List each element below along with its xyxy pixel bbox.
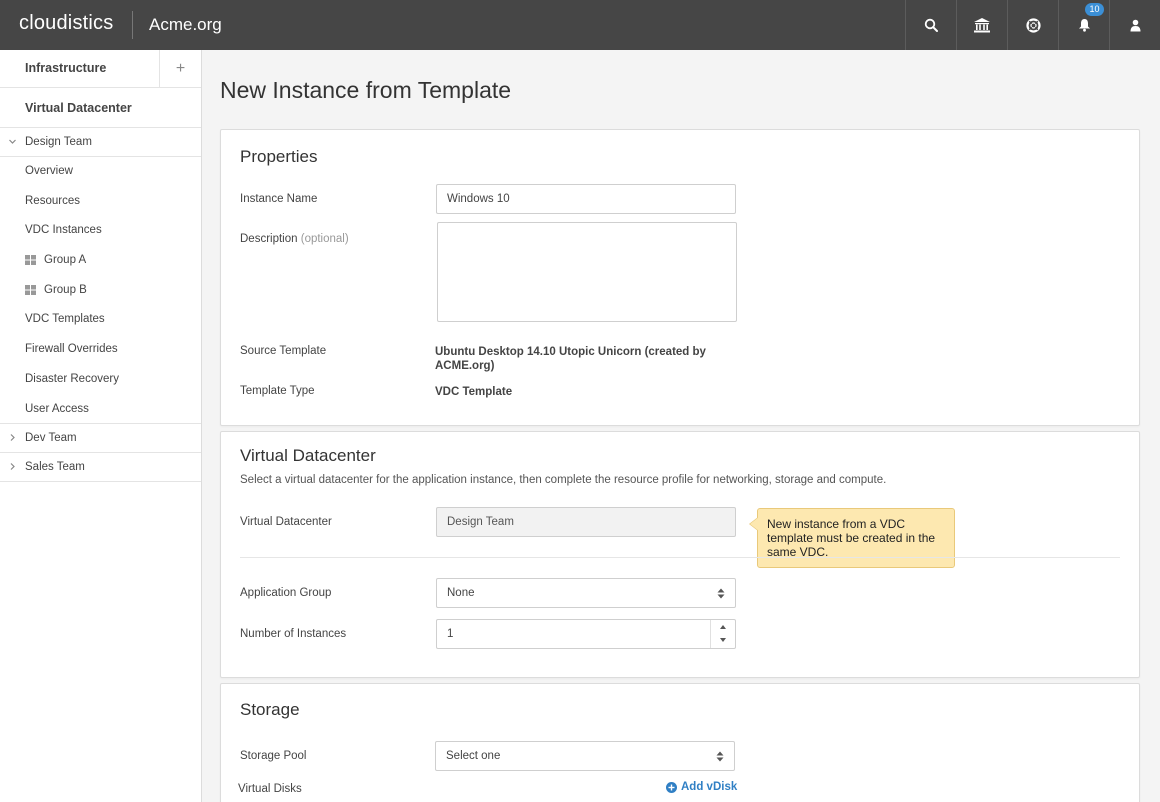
sidebar-item-user-access[interactable]: User Access bbox=[0, 395, 201, 425]
virtual-disks-label: Virtual Disks bbox=[238, 783, 302, 795]
optional-hint: (optional) bbox=[300, 233, 349, 245]
source-template-label: Source Template bbox=[240, 345, 327, 357]
storage-panel: Storage Storage Pool Select one Virtual … bbox=[220, 683, 1140, 802]
properties-panel: Properties Instance Name Windows 10 Desc… bbox=[220, 129, 1140, 426]
sidebar-item-label: Resources bbox=[25, 194, 80, 207]
num-instances-value: 1 bbox=[447, 628, 454, 640]
chevron-down-icon[interactable] bbox=[719, 637, 727, 643]
chevron-down-icon bbox=[9, 139, 16, 144]
sidebar-team-label: Dev Team bbox=[25, 432, 77, 445]
storage-heading: Storage bbox=[240, 700, 300, 719]
search-icon bbox=[924, 18, 938, 32]
description-label: Description (optional) bbox=[240, 233, 349, 245]
sidebar: Infrastructure + Virtual Datacenter Desi… bbox=[0, 50, 202, 802]
sidebar-item-label: Group A bbox=[44, 254, 87, 267]
app-group-label: Application Group bbox=[240, 587, 332, 599]
grid-icon bbox=[25, 284, 36, 295]
select-arrows-icon bbox=[717, 588, 725, 599]
sidebar-team-sales[interactable]: Sales Team bbox=[0, 453, 201, 483]
vdc-label: Virtual Datacenter bbox=[240, 516, 332, 528]
sidebar-item-label: Overview bbox=[25, 165, 73, 177]
sidebar-item-label: Firewall Overrides bbox=[25, 343, 118, 356]
num-instances-label: Number of Instances bbox=[240, 628, 347, 640]
chevron-right-icon bbox=[10, 434, 15, 442]
vdc-panel: Virtual Datacenter Select a virtual data… bbox=[220, 431, 1140, 678]
brand-logo[interactable]: cloudistics bbox=[19, 12, 113, 35]
notifications-button[interactable]: 10 bbox=[1058, 0, 1109, 50]
page-title: New Instance from Template bbox=[220, 77, 512, 103]
storage-pool-select[interactable]: Select one bbox=[435, 741, 735, 771]
template-type-value: VDC Template bbox=[435, 386, 513, 398]
sidebar-item-label: Group B bbox=[44, 283, 87, 296]
properties-heading: Properties bbox=[240, 147, 318, 166]
sidebar-item-vdc-instances[interactable]: VDC Instances bbox=[0, 216, 201, 246]
sidebar-item-label: VDC Instances bbox=[25, 224, 102, 237]
instance-name-input[interactable]: Windows 10 bbox=[436, 184, 736, 214]
sidebar-item-resources[interactable]: Resources bbox=[0, 187, 201, 217]
top-bar: cloudistics Acme.org 10 bbox=[0, 0, 1160, 50]
vdc-heading: Virtual Datacenter bbox=[240, 446, 376, 465]
institution-button[interactable] bbox=[956, 0, 1007, 50]
description-textarea[interactable] bbox=[437, 222, 737, 322]
sidebar-team-dev[interactable]: Dev Team bbox=[0, 424, 201, 454]
sidebar-vdc-label: Virtual Datacenter bbox=[25, 101, 132, 115]
bank-icon bbox=[974, 17, 990, 32]
vdc-input: Design Team bbox=[436, 507, 736, 537]
sidebar-item-vdc-templates[interactable]: VDC Templates bbox=[0, 305, 201, 335]
sidebar-design-team-items: Overview Resources VDC Instances Group A… bbox=[0, 157, 201, 425]
source-template-value: Ubuntu Desktop 14.10 Utopic Unicorn (cre… bbox=[435, 346, 706, 372]
storage-pool-label: Storage Pool bbox=[240, 750, 307, 762]
top-icons: 10 bbox=[905, 0, 1160, 50]
sidebar-item-label: Disaster Recovery bbox=[25, 372, 119, 385]
sidebar-item-disaster-recovery[interactable]: Disaster Recovery bbox=[0, 365, 201, 395]
sidebar-item-firewall-overrides[interactable]: Firewall Overrides bbox=[0, 335, 201, 365]
quantity-stepper[interactable] bbox=[710, 620, 735, 648]
plus-circle-icon bbox=[666, 781, 677, 793]
add-vdisk-button[interactable]: Add vDisk bbox=[666, 781, 737, 793]
sidebar-team-label: Sales Team bbox=[25, 461, 85, 474]
sidebar-team-label: Design Team bbox=[25, 136, 92, 148]
user-menu-button[interactable] bbox=[1109, 0, 1160, 50]
search-button[interactable] bbox=[905, 0, 956, 50]
brand-divider bbox=[132, 11, 133, 39]
plus-icon: + bbox=[175, 60, 186, 77]
add-vdisk-label: Add vDisk bbox=[681, 781, 738, 793]
sidebar-item-label: VDC Templates bbox=[25, 313, 105, 326]
org-name[interactable]: Acme.org bbox=[149, 15, 222, 35]
num-instances-input[interactable]: 1 bbox=[436, 619, 736, 649]
app-group-select[interactable]: None bbox=[436, 578, 736, 608]
sidebar-item-group-a[interactable]: Group A bbox=[0, 246, 201, 276]
sidebar-team-design[interactable]: Design Team bbox=[0, 128, 201, 157]
app-group-value: None bbox=[447, 587, 475, 599]
sidebar-virtual-datacenter[interactable]: Virtual Datacenter bbox=[0, 88, 201, 128]
support-button[interactable] bbox=[1007, 0, 1058, 50]
bell-icon bbox=[1078, 19, 1090, 32]
chevron-up-icon[interactable] bbox=[719, 624, 727, 630]
instance-name-label: Instance Name bbox=[240, 193, 318, 205]
sidebar-item-overview[interactable]: Overview bbox=[0, 157, 201, 187]
sidebar-item-label: User Access bbox=[25, 402, 89, 415]
select-arrows-icon bbox=[716, 751, 724, 762]
template-type-label: Template Type bbox=[240, 385, 315, 397]
description-label-text: Description bbox=[240, 233, 298, 245]
chevron-right-icon bbox=[10, 463, 15, 471]
lifebuoy-icon bbox=[1025, 17, 1041, 33]
grid-icon bbox=[25, 255, 36, 266]
vdc-divider bbox=[240, 557, 1120, 558]
user-icon bbox=[1130, 19, 1140, 31]
add-button[interactable]: + bbox=[159, 50, 201, 88]
storage-pool-value: Select one bbox=[446, 750, 501, 762]
sidebar-infrastructure-label: Infrastructure bbox=[25, 61, 107, 75]
main-content: New Instance from Template Properties In… bbox=[202, 50, 1160, 802]
sidebar-infrastructure[interactable]: Infrastructure + bbox=[0, 50, 201, 88]
sidebar-item-group-b[interactable]: Group B bbox=[0, 276, 201, 306]
vdc-description: Select a virtual datacenter for the appl… bbox=[240, 474, 887, 486]
vdc-tooltip: New instance from a VDC template must be… bbox=[749, 508, 955, 568]
notification-badge: 10 bbox=[1085, 3, 1104, 16]
